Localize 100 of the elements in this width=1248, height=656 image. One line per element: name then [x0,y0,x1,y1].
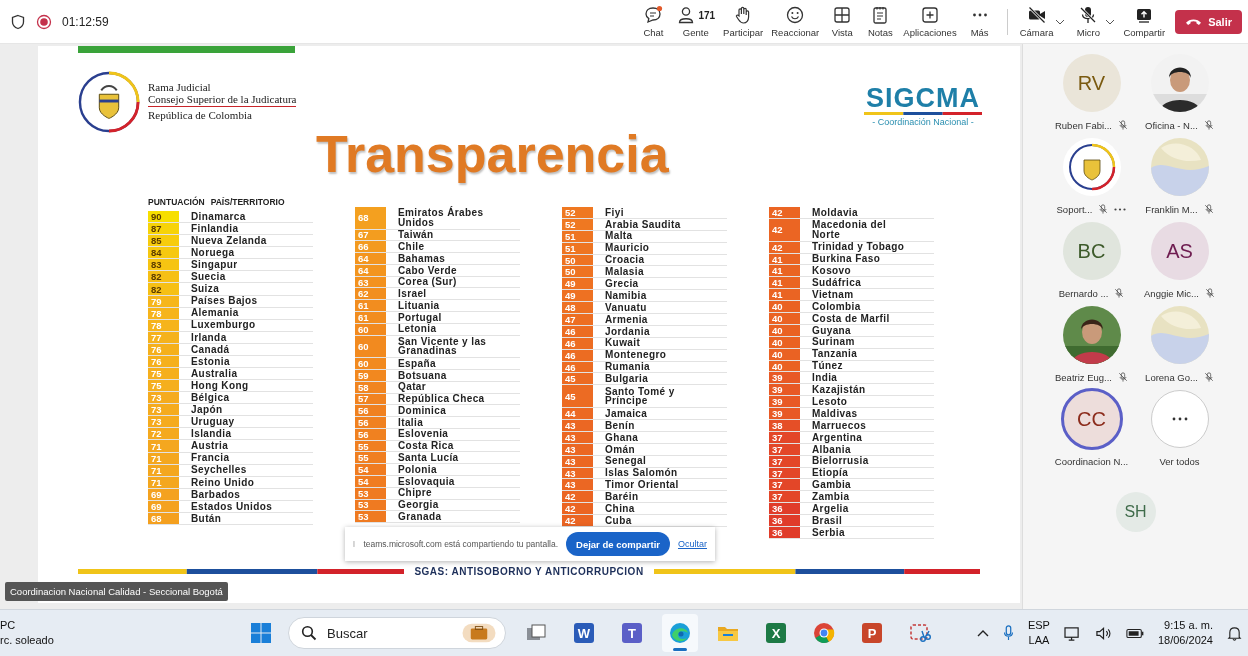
more-icon[interactable] [1114,207,1127,211]
avatar[interactable]: BC [1062,222,1121,280]
search-bar[interactable]: Buscar [288,617,506,649]
participant-name: Bernardo ... [1058,287,1109,299]
score-cell: 42 [769,241,800,253]
excel-taskbar-button[interactable]: X [758,614,794,652]
mic-button[interactable]: Micro [1069,5,1108,38]
score-cell: 42 [769,218,800,241]
country-cell-text: Qatar [397,381,428,393]
smile-tool-button[interactable]: Reaccionar [767,5,824,38]
bell-icon[interactable] [1227,625,1242,641]
caret-icon[interactable] [1105,18,1116,25]
country-cell-text: Croacia [604,254,646,266]
stop-sharing-button[interactable]: Dejar de compartir [566,532,670,556]
country-cell-text: Luxemburgo [190,319,257,331]
country-cell-text: Chile [397,241,426,253]
column-header: PAÍS/TERRITORIO [210,197,285,209]
country-cell-text: Bután [190,512,223,525]
seal-avatar-icon[interactable] [1062,138,1121,196]
score-cell: 49 [562,290,593,302]
country-cell-text: España [397,358,437,369]
score-cell: 83 [148,259,179,271]
app-letter-tile: T [622,623,642,643]
country-cell-text: Sudáfrica [811,277,863,289]
camera-button[interactable]: Cámara [1015,5,1058,38]
score-cell: 46 [562,325,593,337]
country-cell-text: Canadá [190,343,231,355]
score-cell: 45 [562,385,593,408]
score-cell: 54 [355,464,386,475]
chat-tool-button[interactable]: Chat [634,5,673,38]
country-cell-text: Kuwait [604,337,642,349]
score-cell: 41 [769,289,800,301]
score-cell: 73 [148,416,179,428]
score-cell: 41 [769,265,800,277]
monitor-network-icon[interactable] [1063,625,1081,641]
microphone-icon[interactable] [1002,625,1014,641]
score-cell: 49 [562,278,593,290]
language-indicator[interactable]: LAA [1028,633,1050,648]
score-cell: 42 [562,491,593,503]
notes-tool-button[interactable]: Notas [861,5,900,38]
country-cell-text: Islas Salomón [604,467,679,479]
score-cell: 60 [355,335,386,358]
score-cell: 61 [355,312,386,323]
clock-date[interactable]: 18/06/2024 [1157,633,1213,648]
country-cell-text: Letonia [397,323,438,335]
country-cell-text: Gambia [811,479,853,491]
country-cell-text: Irlanda [190,331,228,343]
country-cell-text: Lituania [397,300,441,312]
country-cell-text: Malasia [604,266,645,278]
column-header: PUNTUACIÓN [148,197,205,209]
score-cell: 64 [355,253,386,264]
score-cell: 53 [355,511,386,523]
plus-tool-button[interactable]: Aplicaciones [899,5,961,38]
country-cell-text: Armenia [604,314,649,325]
weather-text[interactable]: rc. soleado [0,633,250,648]
word-taskbar-button[interactable]: W [566,614,602,652]
leave-button[interactable]: Salir [1175,9,1242,34]
country-cell-text: Bélgica [190,392,231,404]
country-cell-text: Macedonia del Norte [811,218,888,241]
country-cell-text: Seychelles [190,464,248,476]
search-field[interactable]: Buscar [325,624,451,642]
windows-start-icon[interactable] [250,622,272,644]
score-cell: 50 [562,254,593,266]
avatar[interactable]: RV [1062,54,1121,112]
country-cell-text: Países Bajos [190,295,259,307]
country-cell-text: Surinam [811,336,856,348]
weather-text[interactable]: PC [0,618,250,633]
country-cell-text: Dinamarca [190,211,247,223]
powerpoint-taskbar-button[interactable]: P [854,614,890,652]
people-tool-button[interactable]: 171 Gente [672,5,720,38]
share-button[interactable]: Compartir [1119,5,1170,38]
battery-icon[interactable] [1125,627,1144,639]
teams-taskbar-button[interactable]: T [614,614,650,652]
country-cell-text: Montenegro [604,349,668,361]
language-indicator[interactable]: ESP [1027,618,1050,633]
score-cell: 43 [562,479,593,491]
country-cell-text: Estados Unidos [190,500,274,512]
score-cell: 43 [562,455,593,467]
avatar[interactable]: CC [1060,388,1123,450]
dots-tool-button[interactable]: Más [960,5,999,38]
speaker-icon[interactable] [1094,625,1112,641]
shield-icon[interactable] [10,13,26,30]
avatar[interactable]: SH [1115,492,1156,532]
score-cell: 43 [562,443,593,455]
chevron-up-icon[interactable] [976,629,989,637]
hide-link[interactable]: Ocultar [678,539,707,549]
score-cell: 46 [562,349,593,361]
avatar[interactable]: AS [1150,222,1209,280]
hand-tool-button[interactable]: Participar [719,5,768,38]
clock-time[interactable]: 9:15 a. m. [1164,618,1213,633]
score-cell: 37 [769,491,800,503]
app-letter-tile: W [574,623,594,643]
grid-tool-button[interactable]: Vista [823,5,862,38]
caret-icon[interactable] [1055,18,1066,25]
footer-text: SGAS: ANTISOBORNO Y ANTICORRUPCION [414,566,644,577]
score-cell: 41 [769,277,800,289]
country-cell-text: Granada [397,511,443,523]
country-cell-text: Barbados [190,488,242,500]
score-cell: 42 [769,207,800,218]
drag-handle-icon[interactable] [353,539,356,549]
